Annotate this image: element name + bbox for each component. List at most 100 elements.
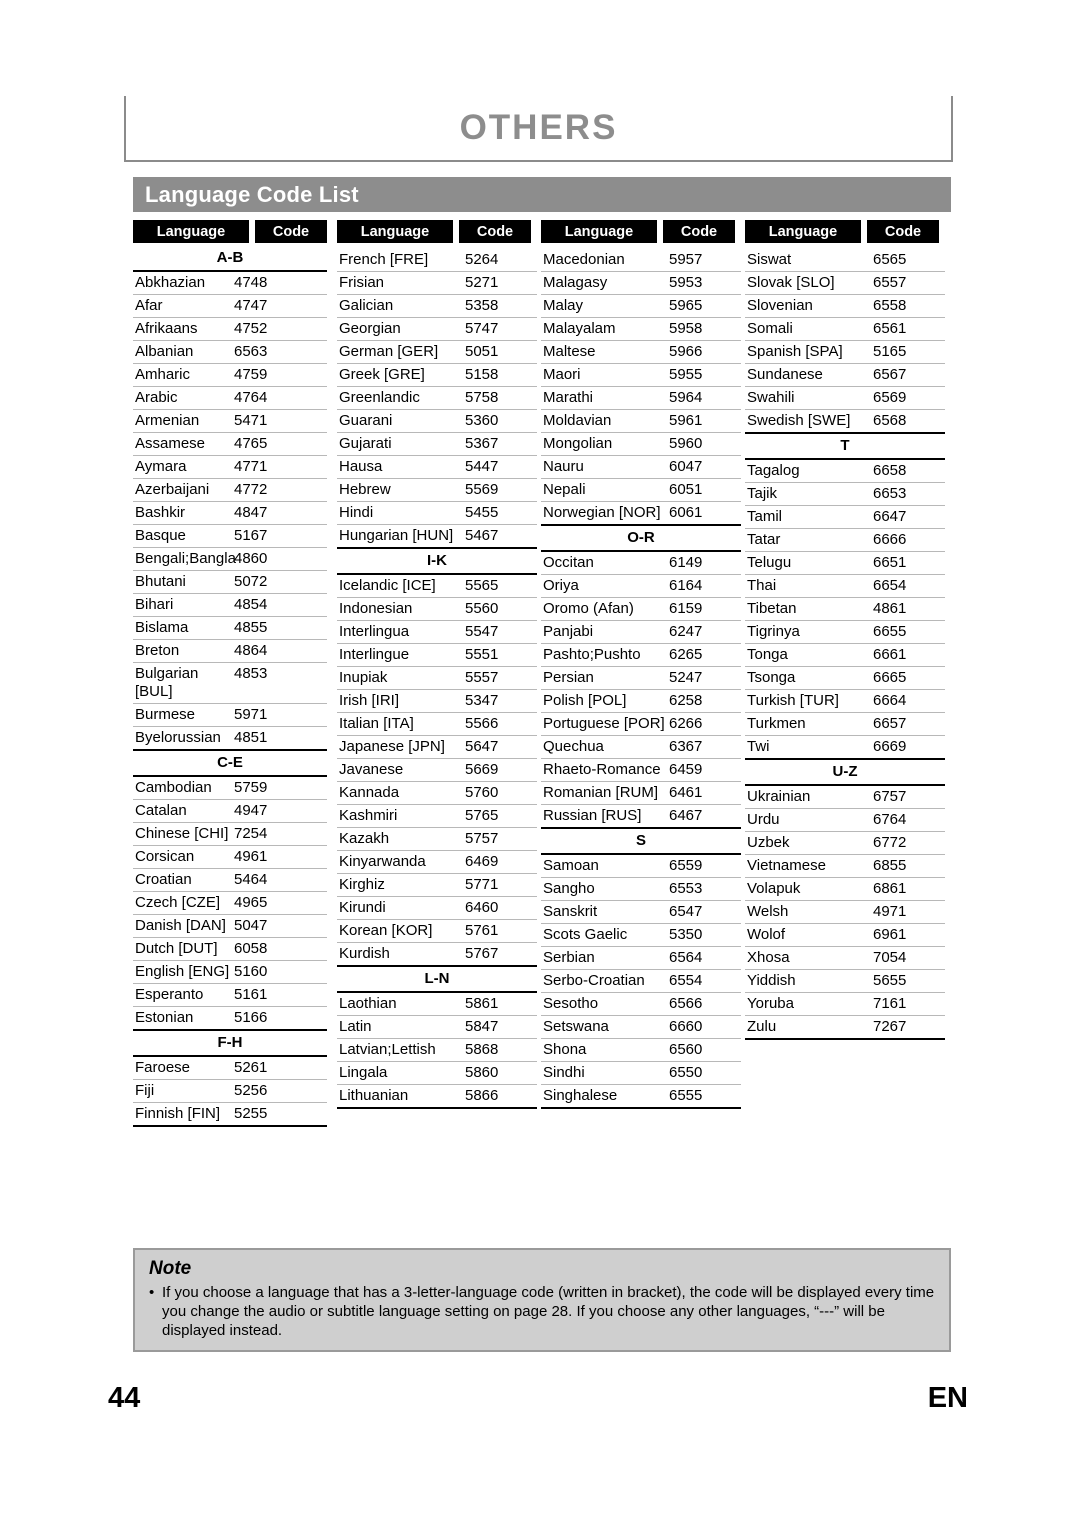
language-code-cell: 5767 [461,942,537,967]
table-row: Wolof 6961 [745,923,945,947]
language-code-cell: 5971 [230,703,327,727]
language-name-cell: Kannada [337,781,461,805]
table-row: Tonga 6661 [745,643,945,667]
table-row: Nepali 6051 [541,478,741,502]
language-name-cell: Bulgarian [BUL] [133,662,230,704]
column-header-row: Language Code [337,220,531,243]
language-name-cell: Telugu [745,551,869,575]
language-code-cell: 4752 [230,317,327,341]
table-column: Language Code A-B Abkhazian 4748 Afar 4747 Afri… [133,220,327,1127]
table-row: Tagalog 6658 [745,459,945,483]
language-code-cell: 5256 [230,1079,327,1103]
language-name-cell: Oriya [541,574,665,598]
language-name-cell: Volapuk [745,877,869,901]
language-name-cell: Oromo (Afan) [541,597,665,621]
table-row: Aymara 4771 [133,455,327,479]
table-row: Dutch [DUT] 6058 [133,937,327,961]
language-code-cell: 5566 [461,712,537,736]
language-code-cell: 5464 [230,868,327,892]
table-row: Hindi 5455 [337,501,537,525]
table-row: Inupiak 5557 [337,666,537,690]
language-code-cell: 6459 [665,758,741,782]
language-name-cell: Thai [745,574,869,598]
language-code-cell: 5868 [461,1038,537,1062]
language-name-cell: Bengali;Bangla [133,547,236,571]
table-row: Abkhazian 4748 [133,271,327,295]
table-row: Corsican 4961 [133,845,327,869]
table-row: Cambodian 5759 [133,776,327,800]
header-language: Language [745,220,861,243]
language-code-cell: 6554 [665,969,741,993]
table-row: Telugu 6651 [745,551,945,575]
language-code-cell: 6051 [665,478,741,502]
table-row: Interlingua 5547 [337,620,537,644]
table-row: Bulgarian [BUL] 4853 [133,662,327,704]
header-code: Code [255,220,327,243]
language-code-cell: 6058 [230,937,327,961]
language-name-cell: Italian [ITA] [337,712,461,736]
language-name-cell: Frisian [337,271,461,295]
table-row: French [FRE] 5264 [337,249,537,272]
language-name-cell: Hebrew [337,478,461,502]
group-header-row: F-H [133,1029,327,1057]
language-code-cell: 4772 [230,478,327,502]
language-code-cell: 6469 [461,850,537,874]
language-code-cell: 5160 [230,960,327,984]
language-name-cell: Bhutani [133,570,230,594]
language-code-cell: 4971 [869,900,945,924]
language-name-cell: Kashmiri [337,804,461,828]
language-name-cell: Portuguese [POR] [541,712,665,736]
table-row: Afar 4747 [133,294,327,318]
table-row: Lithuanian 5866 [337,1084,537,1109]
language-name-cell: Indonesian [337,597,461,621]
language-name-cell: Kurdish [337,942,461,967]
language-name-cell: Turkish [TUR] [745,689,869,713]
language-code-cell: 6569 [869,386,945,410]
language-name-cell: Tigrinya [745,620,869,644]
language-name-cell: Arabic [133,386,230,410]
table-row: Kirundi 6460 [337,896,537,920]
language-name-cell: Afrikaans [133,317,230,341]
table-row: Macedonian 5957 [541,249,741,272]
language-code-table: Macedonian 5957 Malagasy 5953 Malay 5965 Malay… [541,249,741,1109]
table-row: Sanskrit 6547 [541,900,741,924]
table-row: Faroese 5261 [133,1056,327,1080]
language-name-cell: Czech [CZE] [133,891,230,915]
table-row: Yiddish 5655 [745,969,945,993]
table-row: Ukrainian 6757 [745,785,945,809]
group-header-row: A-B [133,249,327,272]
section-title: Language Code List [145,181,359,207]
language-name-cell: Japanese [JPN] [337,735,461,759]
language-code-cell: 5360 [461,409,537,433]
table-row: Somali 6561 [745,317,945,341]
language-code-cell: 6561 [869,317,945,341]
language-name-cell: Sindhi [541,1061,665,1085]
language-code-cell: 5953 [665,271,741,295]
language-code-cell: 7161 [869,992,945,1016]
table-row: Serbian 6564 [541,946,741,970]
language-name-cell: Breton [133,639,230,663]
table-row: Georgian 5747 [337,317,537,341]
table-row: Moldavian 5961 [541,409,741,433]
table-row: Sangho 6553 [541,877,741,901]
table-row: Bihari 4854 [133,593,327,617]
table-row: Setswana 6660 [541,1015,741,1039]
table-row: Korean [KOR] 5761 [337,919,537,943]
table-row: English [ENG] 5160 [133,960,327,984]
group-header-label: T [745,432,945,460]
language-code-cell: 4855 [230,616,327,640]
language-code-cell: 4851 [230,726,327,751]
language-code-cell: 5669 [461,758,537,782]
table-row: Thai 6654 [745,574,945,598]
language-code-cell: 6665 [869,666,945,690]
language-name-cell: Interlingue [337,643,461,667]
table-row: Azerbaijani 4772 [133,478,327,502]
language-code-cell: 6855 [869,854,945,878]
language-name-cell: Afar [133,294,230,318]
table-row: Bengali;Bangla 4860 [133,547,327,571]
language-code-cell: 6757 [869,785,945,809]
group-header-row: T [745,432,945,460]
language-code-cell: 6461 [665,781,741,805]
table-row: Danish [DAN] 5047 [133,914,327,938]
language-code-cell: 6563 [230,340,327,364]
